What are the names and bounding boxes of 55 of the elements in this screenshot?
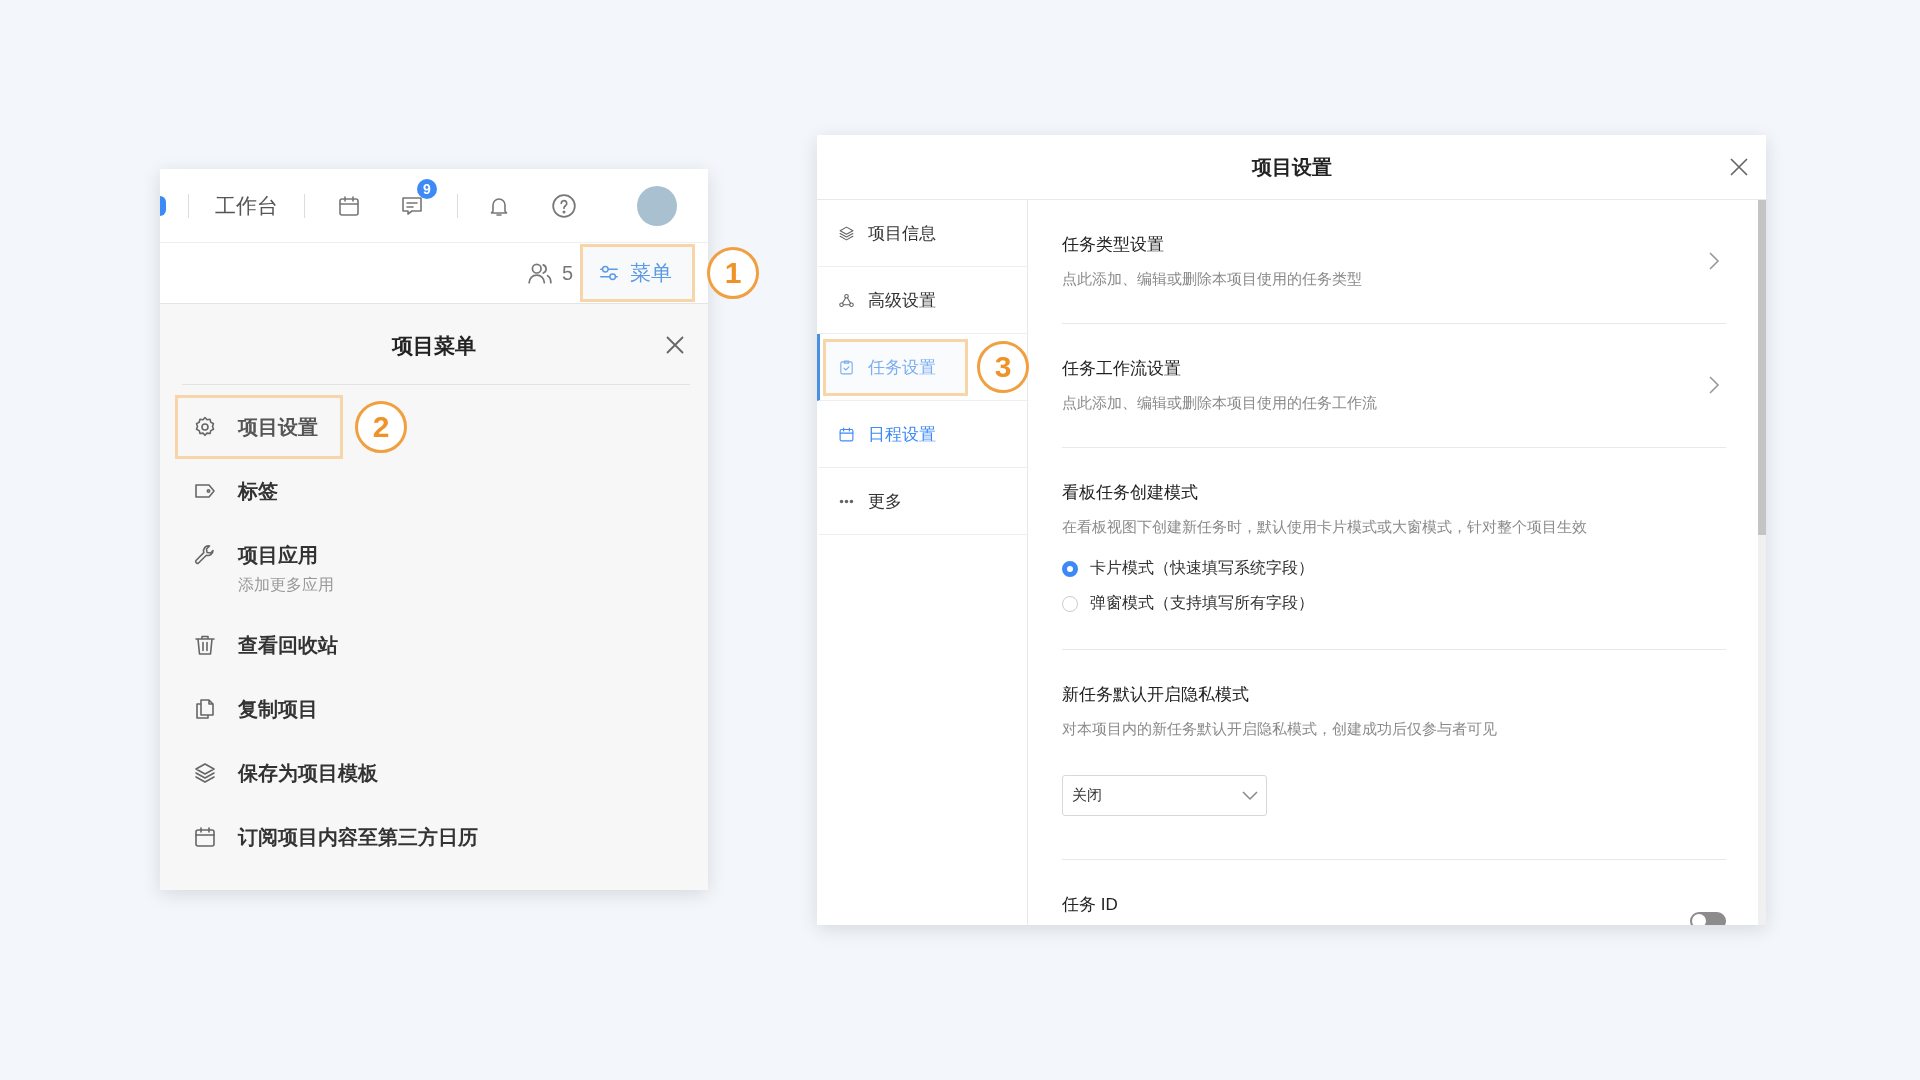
nav-link[interactable]: 工作台 bbox=[215, 191, 278, 220]
menu-item[interactable]: 标签 bbox=[175, 459, 303, 523]
section-title: 看板任务创建模式 bbox=[1062, 482, 1199, 504]
help-icon[interactable] bbox=[551, 192, 577, 219]
calendar-icon[interactable] bbox=[337, 193, 361, 218]
settings-icon bbox=[193, 415, 217, 439]
member-count: 5 bbox=[561, 261, 573, 285]
sidebar-item[interactable]: 项目信息 bbox=[823, 204, 968, 262]
section-title: 任务类型设置 bbox=[1062, 234, 1165, 256]
radio-button[interactable] bbox=[1062, 595, 1078, 612]
menu-item[interactable]: 复制项目 bbox=[175, 677, 343, 741]
radio-button[interactable] bbox=[1062, 560, 1078, 577]
sidebar-item[interactable]: 日程设置 bbox=[823, 405, 968, 463]
close-icon[interactable] bbox=[1729, 157, 1749, 177]
layers-icon bbox=[838, 224, 855, 242]
menu-item[interactable]: 查看回收站 bbox=[175, 613, 363, 677]
menu-item[interactable]: 项目应用 添加更多应用 bbox=[175, 523, 359, 613]
menu-title: 项目菜单 bbox=[392, 333, 476, 359]
step-number: 2 bbox=[355, 401, 407, 453]
step-number: 1 bbox=[707, 247, 759, 299]
nodes-icon bbox=[838, 291, 855, 309]
message-badge: 9 bbox=[417, 178, 437, 199]
layers-icon bbox=[193, 761, 217, 785]
option-label: 卡片模式（快速填写系统字段） bbox=[1090, 558, 1314, 578]
clipboard-icon bbox=[838, 358, 855, 376]
option-label: 弹窗模式（支持填写所有字段） bbox=[1090, 593, 1314, 613]
section-description: 点此添加、编辑或删除本项目使用的任务工作流 bbox=[1062, 393, 1377, 413]
logo-icon bbox=[160, 195, 166, 216]
menu-item[interactable]: 项目设置 bbox=[175, 395, 343, 459]
section-description: 对本项目内的新任务默认开启隐私模式，创建成功后仅参与者可见 bbox=[1062, 719, 1498, 739]
section-title: 新任务默认开启隐私模式 bbox=[1062, 684, 1250, 706]
section-title: 任务工作流设置 bbox=[1062, 358, 1182, 380]
chevron-right-icon[interactable] bbox=[1708, 374, 1720, 396]
toggle-switch[interactable] bbox=[1690, 912, 1726, 925]
wrench-icon bbox=[193, 543, 217, 567]
sidebar-item[interactable]: 更多 bbox=[823, 472, 934, 530]
close-icon[interactable] bbox=[664, 334, 686, 356]
menu-item[interactable]: 保存为项目模板 bbox=[175, 741, 403, 805]
more-icon bbox=[838, 498, 855, 504]
calendar-icon bbox=[193, 825, 217, 849]
step-number: 3 bbox=[977, 341, 1029, 393]
trash-icon bbox=[193, 633, 217, 657]
sidebar-item[interactable]: 高级设置 bbox=[823, 271, 968, 329]
section-description: 点此添加、编辑或删除本项目使用的任务类型 bbox=[1062, 269, 1362, 289]
copy-icon bbox=[193, 697, 217, 721]
calendar-icon bbox=[838, 425, 855, 443]
section-title: 任务 ID bbox=[1062, 894, 1119, 916]
section-description: 在看板视图下创建新任务时，默认使用卡片模式或大窗模式，针对整个项目生效 bbox=[1062, 517, 1588, 537]
avatar[interactable] bbox=[637, 185, 677, 226]
dropdown[interactable]: 关闭 bbox=[1062, 775, 1267, 816]
menu-item[interactable]: 订阅项目内容至第三方日历 bbox=[175, 805, 503, 869]
chevron-right-icon[interactable] bbox=[1708, 250, 1720, 272]
dialog-title: 项目设置 bbox=[1251, 154, 1332, 180]
chevron-down-icon bbox=[1242, 790, 1258, 801]
scrollbar[interactable] bbox=[1758, 200, 1766, 925]
